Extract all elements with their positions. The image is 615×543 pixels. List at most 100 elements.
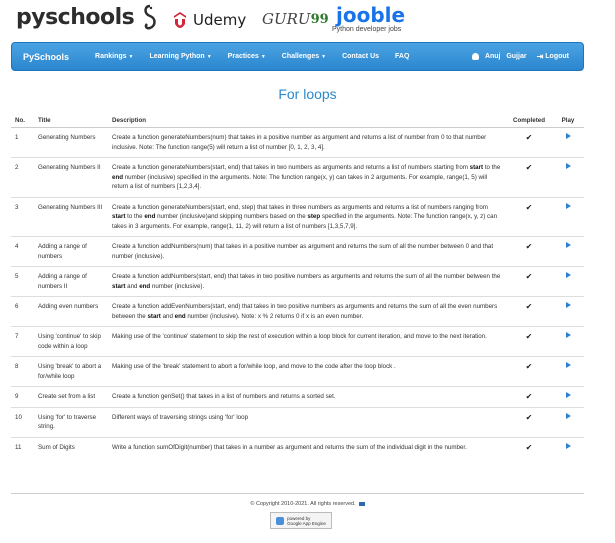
table-row[interactable]: 7 Using 'continue' to skip code within a …: [11, 326, 584, 357]
row-play[interactable]: [552, 406, 584, 437]
header-title: Title: [34, 114, 108, 128]
play-icon[interactable]: [565, 362, 571, 368]
nav-practices-label: Practices: [227, 53, 259, 60]
guru99-sponsor[interactable]: GURU 99: [262, 10, 329, 28]
table-row[interactable]: 3 Generating Numbers III Create a function…: [11, 196, 584, 237]
row-number: 3: [11, 196, 34, 237]
table-row[interactable]: 6 Adding even numbers Create a function ad…: [11, 296, 584, 327]
pyschools-logo[interactable]: pyschools: [16, 4, 159, 32]
row-number: 11: [11, 436, 34, 457]
udemy-sponsor[interactable]: Udemy: [170, 10, 246, 30]
row-number: 6: [11, 296, 34, 327]
guru-number: 99: [310, 11, 329, 27]
nav-learning-python[interactable]: Learning Python ▼: [149, 53, 211, 60]
row-description: Create a function addEvenNumbers(start, …: [108, 296, 506, 327]
row-title: Sum of Digits: [34, 436, 108, 457]
play-icon[interactable]: [565, 332, 571, 338]
table-row[interactable]: 11 Sum of Digits Write a function sumOfDig…: [11, 436, 584, 457]
check-icon: ✔: [506, 196, 552, 237]
jooble-sponsor[interactable]: jooble Python developer jobs: [332, 3, 406, 33]
nav-faq[interactable]: FAQ: [395, 53, 409, 60]
play-icon[interactable]: [565, 302, 571, 308]
table-row[interactable]: 2 Generating Numbers II Create a function …: [11, 157, 584, 197]
check-icon: ✔: [506, 356, 552, 387]
row-play[interactable]: [552, 296, 584, 327]
table-row[interactable]: 9 Create set from a list Create a function…: [11, 386, 584, 407]
row-number: 7: [11, 326, 34, 357]
row-number: 9: [11, 386, 34, 407]
row-title: Generating Numbers: [34, 127, 108, 158]
table-row[interactable]: 4 Adding a range of numbers Create a funct…: [11, 236, 584, 267]
user-icon: [471, 53, 479, 60]
row-title: Using 'continue' to skip code within a l…: [34, 326, 108, 357]
play-icon[interactable]: [565, 272, 571, 278]
main-navbar: PySchools Rankings ▼ Learning Python ▼ Pra…: [11, 42, 584, 71]
row-title: Using 'for' to traverse string.: [34, 406, 108, 437]
row-number: 10: [11, 406, 34, 437]
nav-challenges-label: Challenges: [281, 53, 320, 60]
row-play[interactable]: [552, 157, 584, 197]
table-row[interactable]: 8 Using 'break' to abort a for/while loop…: [11, 356, 584, 387]
row-description: Making use of the 'break' statement to a…: [108, 356, 506, 387]
row-description: Create a function addNumbers(start, end)…: [108, 266, 506, 297]
row-description: Create a function generateNumbers(start,…: [108, 157, 506, 197]
row-play[interactable]: [552, 196, 584, 237]
nav-practices[interactable]: Practices ▼: [228, 53, 266, 60]
nav-right-group: Anuj Gujjar ⇥ Logout: [462, 43, 569, 70]
caret-down-icon: ▼: [206, 54, 212, 60]
header-completed: Completed: [506, 114, 552, 128]
row-play[interactable]: [552, 326, 584, 357]
row-description: Create a function generateNumbers(start,…: [108, 196, 506, 237]
row-play[interactable]: [552, 436, 584, 457]
mail-icon[interactable]: [358, 501, 365, 506]
row-description: Create a function addNumbers(num) that t…: [108, 236, 506, 267]
row-play[interactable]: [552, 236, 584, 267]
row-description: Making use of the 'continue' statement t…: [108, 326, 506, 357]
nav-user-name: Anuj Gujjar: [484, 53, 527, 60]
jooble-label: jooble: [336, 3, 406, 27]
play-icon[interactable]: [565, 442, 571, 449]
check-icon: ✔: [506, 266, 552, 297]
nav-contact-us[interactable]: Contact Us: [342, 53, 379, 60]
nav-challenges[interactable]: Challenges ▼: [282, 53, 326, 60]
app-engine-icon: [276, 516, 285, 525]
nav-rankings[interactable]: Rankings ▼: [95, 53, 133, 60]
app-engine-badge[interactable]: powered by Google App Engine: [270, 512, 332, 529]
nav-logout[interactable]: ⇥ Logout: [537, 52, 569, 61]
row-play[interactable]: [552, 386, 584, 407]
row-play[interactable]: [552, 356, 584, 387]
copyright-text: © Copyright 2010-2021. All rights reserv…: [250, 501, 356, 507]
table-header-row: No. Title Description Completed Play: [11, 114, 584, 128]
play-icon[interactable]: [565, 202, 571, 209]
table-row[interactable]: 5 Adding a range of numbers II Create a fu…: [11, 266, 584, 297]
row-number: 8: [11, 356, 34, 387]
footer-copyright: © Copyright 2010-2021. All rights reserv…: [0, 501, 615, 507]
row-title: Adding even numbers: [34, 296, 108, 327]
header-description: Description: [108, 114, 506, 128]
table-row[interactable]: 10 Using 'for' to traverse string. Differe…: [11, 406, 584, 437]
row-play[interactable]: [552, 266, 584, 297]
row-number: 4: [11, 236, 34, 267]
table-row[interactable]: 1 Generating Numbers Create a function gen…: [11, 127, 584, 158]
play-icon[interactable]: [565, 242, 571, 248]
nav-logout-label: Logout: [545, 53, 569, 60]
play-icon[interactable]: [565, 392, 571, 398]
row-title: Create set from a list: [34, 386, 108, 407]
row-play[interactable]: [552, 127, 584, 158]
nav-rankings-label: Rankings: [95, 53, 127, 60]
row-title: Adding a range of numbers: [34, 236, 108, 267]
check-icon: ✔: [506, 236, 552, 267]
row-description: Write a function sumOfDigit(number) that…: [108, 436, 506, 457]
row-title: Generating Numbers III: [34, 196, 108, 237]
play-icon[interactable]: [565, 412, 571, 419]
play-icon[interactable]: [565, 133, 571, 139]
row-title: Adding a range of numbers II: [34, 266, 108, 297]
footer-divider: [11, 493, 584, 494]
caret-down-icon: ▼: [321, 54, 327, 60]
caret-down-icon: ▼: [260, 54, 266, 60]
nav-brand[interactable]: PySchools: [23, 52, 69, 62]
nav-user[interactable]: Anuj Gujjar: [471, 53, 527, 60]
udemy-logo-icon: [174, 12, 186, 28]
play-icon[interactable]: [565, 163, 571, 169]
exercise-table: No. Title Description Completed Play 1 Ge…: [11, 114, 584, 457]
